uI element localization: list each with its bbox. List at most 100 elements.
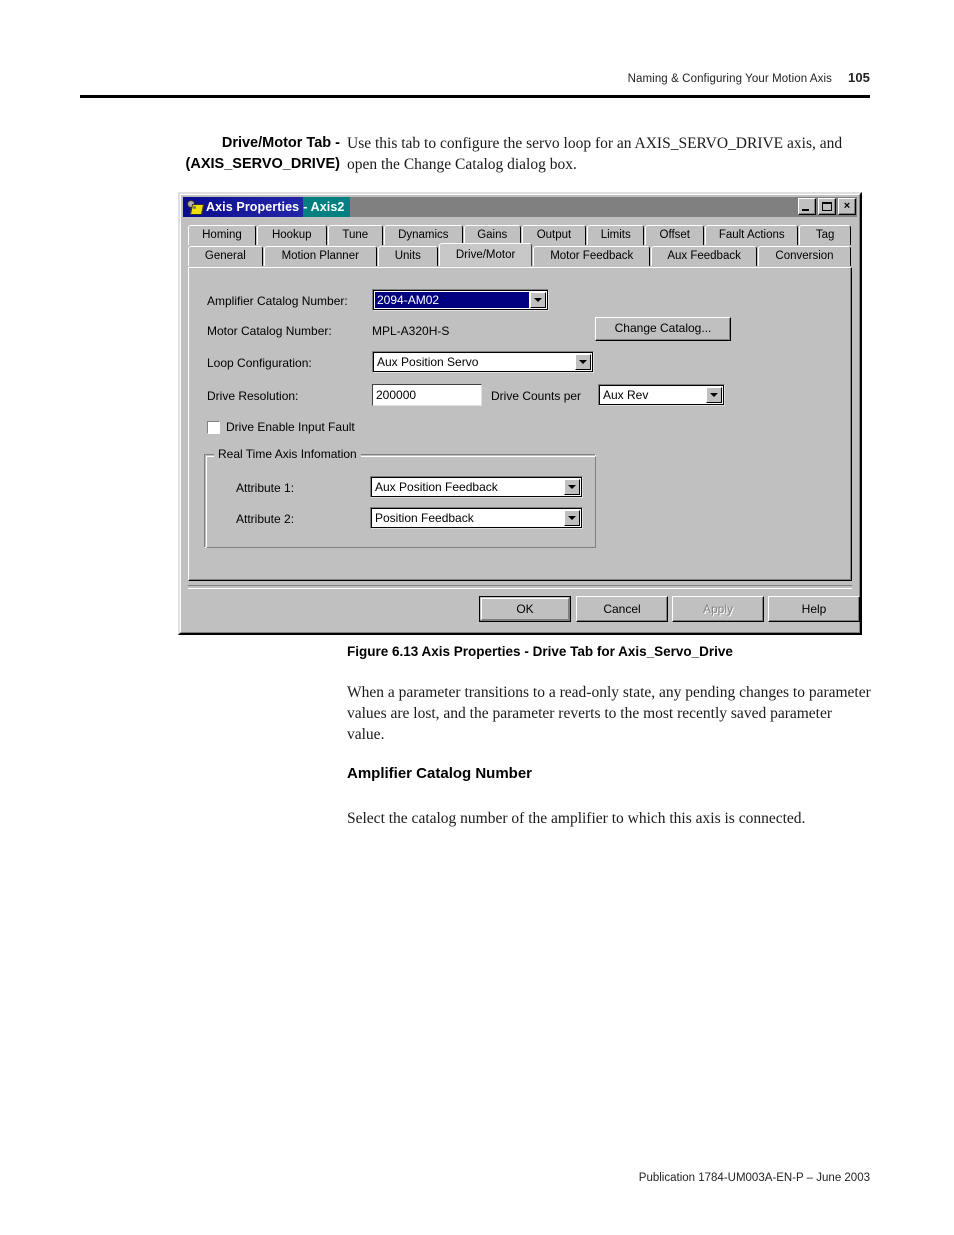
attribute-1-value: Aux Position Feedback xyxy=(375,480,498,494)
titlebar-doc-segment: - Axis2 xyxy=(303,197,351,217)
drive-resolution-label: Drive Resolution: xyxy=(207,389,299,403)
tab-dynamics[interactable]: Dynamics xyxy=(383,225,463,245)
axis-properties-dialog: Axis Properties - Axis2 × Homing Hookup Tu… xyxy=(178,192,862,635)
titlebar-app-segment: Axis Properties xyxy=(183,197,304,217)
tab-label: Fault Actions xyxy=(718,229,785,241)
help-label: Help xyxy=(801,602,827,616)
close-icon[interactable]: × xyxy=(838,198,856,215)
change-catalog-button[interactable]: Change Catalog... xyxy=(595,317,731,341)
minimize-icon[interactable] xyxy=(798,198,816,215)
tab-label: Motion Planner xyxy=(281,250,359,262)
motor-catalog-value: MPL-A320H-S xyxy=(372,324,450,338)
tab-general[interactable]: General xyxy=(188,246,263,266)
tab-output[interactable]: Output xyxy=(521,225,587,245)
tab-label: Aux Feedback xyxy=(667,250,741,262)
tab-tune[interactable]: Tune xyxy=(327,225,383,245)
tab-label: Limits xyxy=(600,229,631,241)
header-rule xyxy=(80,95,870,98)
drive-enable-input-fault-label: Drive Enable Input Fault xyxy=(226,420,355,434)
drive-resolution-input[interactable]: 200000 xyxy=(372,384,482,406)
drive-counts-per-label: Drive Counts per xyxy=(491,389,582,403)
tab-conversion[interactable]: Conversion xyxy=(758,246,851,266)
sub-heading: Amplifier Catalog Number xyxy=(347,765,533,782)
tab-label: Gains xyxy=(477,229,508,241)
help-button[interactable]: Help xyxy=(768,596,860,622)
tab-label: Units xyxy=(394,250,421,262)
dialog-titlebar[interactable]: Axis Properties - Axis2 xyxy=(183,197,857,217)
real-time-axis-information-group: Real Time Axis Infomation Attribute 1: A… xyxy=(204,447,596,548)
tab-gains[interactable]: Gains xyxy=(463,225,521,245)
tab-drive-motor[interactable]: Drive/Motor xyxy=(438,243,533,266)
page-footer: Publication 1784-UM003A-EN-P – June 2003 xyxy=(638,1172,870,1184)
tab-units[interactable]: Units xyxy=(377,246,438,266)
tab-label: Hookup xyxy=(271,229,312,241)
button-strip-separator xyxy=(188,585,852,589)
margin-heading-line1: Drive/Motor Tab - xyxy=(221,135,340,151)
page-header: Naming & Configuring Your Motion Axis 105 xyxy=(80,70,870,85)
loop-configuration-label: Loop Configuration: xyxy=(207,356,312,370)
apply-label: Apply xyxy=(702,602,734,616)
tab-hookup[interactable]: Hookup xyxy=(256,225,327,245)
attribute-2-label: Attribute 2: xyxy=(236,512,295,526)
tab-label: Tag xyxy=(815,229,835,241)
tab-label: Motor Feedback xyxy=(550,250,634,262)
chevron-down-icon[interactable] xyxy=(564,479,580,495)
tab-strip: Homing Hookup Tune Dynamics Gains Output Limit… xyxy=(188,224,852,268)
cancel-button[interactable]: Cancel xyxy=(576,596,668,622)
amplifier-catalog-value: 2094-AM02 xyxy=(375,292,529,308)
tab-label: Output xyxy=(536,229,572,241)
motor-catalog-label: Motor Catalog Number: xyxy=(207,324,332,338)
tab-label: Dynamics xyxy=(398,229,449,241)
tab-fault-actions[interactable]: Fault Actions xyxy=(705,225,799,245)
tab-row-1: Homing Hookup Tune Dynamics Gains Output Limit… xyxy=(188,224,852,245)
group-title: Real Time Axis Infomation xyxy=(214,447,361,461)
change-catalog-label: Change Catalog... xyxy=(614,321,712,335)
tab-row-2: General Motion Planner Units Drive/Motor Mot… xyxy=(188,243,852,266)
tab-motion-planner[interactable]: Motion Planner xyxy=(263,246,377,266)
attribute-2-value: Position Feedback xyxy=(375,511,474,525)
tab-motor-feedback[interactable]: Motor Feedback xyxy=(533,246,651,266)
cancel-label: Cancel xyxy=(603,602,641,616)
drive-counts-per-value: Aux Rev xyxy=(603,388,649,402)
ok-button[interactable]: OK xyxy=(479,596,571,622)
body-paragraph-1: When a parameter transitions to a read-o… xyxy=(347,684,871,743)
chevron-down-icon[interactable] xyxy=(706,387,722,403)
titlebar-filler xyxy=(350,197,857,217)
tab-label: Drive/Motor xyxy=(455,249,516,261)
figure-caption: Figure 6.13 Axis Properties - Drive Tab … xyxy=(347,644,733,659)
dialog-title-doc: - Axis2 xyxy=(303,200,345,214)
chevron-down-icon[interactable] xyxy=(564,510,580,526)
tab-limits[interactable]: Limits xyxy=(587,225,645,245)
figure-axis-properties: Axis Properties - Axis2 × Homing Hookup Tu… xyxy=(178,192,862,635)
page-header-title: Naming & Configuring Your Motion Axis xyxy=(627,73,832,85)
apply-button[interactable]: Apply xyxy=(672,596,764,622)
amplifier-catalog-combobox[interactable]: 2094-AM02 xyxy=(372,289,549,311)
tab-tag[interactable]: Tag xyxy=(799,225,852,245)
close-glyph: × xyxy=(843,200,851,212)
attribute-1-label: Attribute 1: xyxy=(236,481,295,495)
tab-label: Offset xyxy=(659,229,690,241)
loop-configuration-value: Aux Position Servo xyxy=(377,355,479,369)
tab-label: Conversion xyxy=(775,250,834,262)
tab-label: Tune xyxy=(342,229,369,241)
tab-label: Homing xyxy=(202,229,242,241)
tab-homing[interactable]: Homing xyxy=(188,225,256,245)
chevron-down-icon[interactable] xyxy=(575,354,591,370)
dialog-title-app: Axis Properties xyxy=(206,200,300,214)
drive-enable-input-fault-checkbox[interactable]: Drive Enable Input Fault xyxy=(207,420,355,434)
section-margin-heading: Drive/Motor Tab - (AXIS_SERVO_DRIVE) xyxy=(80,133,340,175)
window-controls: × xyxy=(798,198,856,215)
chevron-down-icon[interactable] xyxy=(530,292,546,308)
maximize-icon[interactable] xyxy=(818,198,836,215)
loop-configuration-combobox[interactable]: Aux Position Servo xyxy=(372,351,594,373)
attribute-2-combobox[interactable]: Position Feedback xyxy=(370,507,583,529)
checkbox-box[interactable] xyxy=(207,420,220,434)
page-number: 105 xyxy=(848,70,870,85)
drive-counts-per-combobox[interactable]: Aux Rev xyxy=(598,384,725,406)
attribute-1-combobox[interactable]: Aux Position Feedback xyxy=(370,476,583,498)
tab-offset[interactable]: Offset xyxy=(645,225,705,245)
tab-label: General xyxy=(204,250,246,262)
tab-aux-feedback[interactable]: Aux Feedback xyxy=(651,246,757,266)
drive-motor-tab-panel: Amplifier Catalog Number: 2094-AM02 Moto… xyxy=(188,267,852,581)
margin-heading-line2: (AXIS_SERVO_DRIVE) xyxy=(185,156,340,172)
